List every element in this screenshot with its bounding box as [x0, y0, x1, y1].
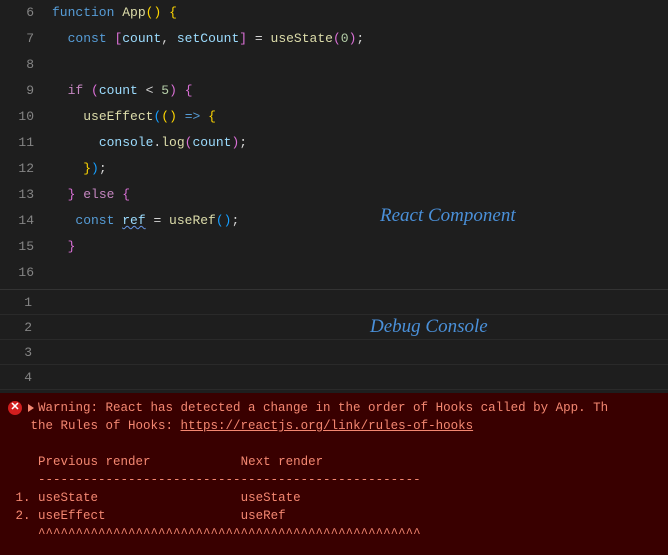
error-table-row: 2. useEffect useRef: [8, 507, 660, 525]
code-line[interactable]: useEffect(() => {: [52, 104, 668, 130]
console-line-number: 3: [4, 340, 32, 365]
line-number: 6: [4, 0, 34, 26]
error-rules-row: the Rules of Hooks: https://reactjs.org/…: [8, 417, 660, 435]
code-line[interactable]: function App() {: [52, 0, 668, 26]
error-carets: ^^^^^^^^^^^^^^^^^^^^^^^^^^^^^^^^^^^^^^^^…: [8, 525, 660, 543]
code-line[interactable]: });: [52, 156, 668, 182]
line-number: 12: [4, 156, 34, 182]
line-number: 9: [4, 78, 34, 104]
code-line[interactable]: [52, 52, 668, 78]
console-line-number: 1: [4, 290, 32, 315]
code-line[interactable]: } else {: [52, 182, 668, 208]
error-divider: ----------------------------------------…: [8, 471, 660, 489]
code-editor[interactable]: 6 7 8 9 10 11 12 13 14 15 16 function Ap…: [0, 0, 668, 289]
error-table-row: 1. useState useState: [8, 489, 660, 507]
code-content[interactable]: function App() { const [count, setCount]…: [48, 0, 668, 289]
code-line[interactable]: [52, 260, 668, 286]
error-warning-text: Warning: React has detected a change in …: [38, 401, 608, 415]
line-number: 14: [4, 208, 34, 234]
code-line[interactable]: const [count, setCount] = useState(0);: [52, 26, 668, 52]
line-number: 11: [4, 130, 34, 156]
line-number: 10: [4, 104, 34, 130]
error-table-header: Previous render Next render: [8, 453, 660, 471]
error-header-row: ✕ Warning: React has detected a change in…: [8, 399, 660, 417]
line-number: 15: [4, 234, 34, 260]
line-number: 8: [4, 52, 34, 78]
code-line[interactable]: const ref = useRef();: [52, 208, 668, 234]
console-line-number: 2: [4, 315, 32, 340]
error-panel[interactable]: ✕ Warning: React has detected a change in…: [0, 393, 668, 555]
rules-of-hooks-link[interactable]: https://reactjs.org/link/rules-of-hooks: [181, 419, 474, 433]
line-number-gutter: 6 7 8 9 10 11 12 13 14 15 16: [0, 0, 48, 289]
code-line[interactable]: if (count < 5) {: [52, 78, 668, 104]
error-icon: ✕: [8, 401, 22, 415]
code-line[interactable]: }: [52, 234, 668, 260]
console-body[interactable]: [0, 290, 668, 390]
debug-console[interactable]: 1 2 3 4: [0, 289, 668, 393]
line-number: 16: [4, 260, 34, 286]
console-line-number: 4: [4, 365, 32, 390]
line-number: 13: [4, 182, 34, 208]
expand-icon[interactable]: [28, 404, 34, 412]
code-line[interactable]: console.log(count);: [52, 130, 668, 156]
line-number: 7: [4, 26, 34, 52]
console-gutter: 1 2 3 4: [0, 290, 48, 390]
